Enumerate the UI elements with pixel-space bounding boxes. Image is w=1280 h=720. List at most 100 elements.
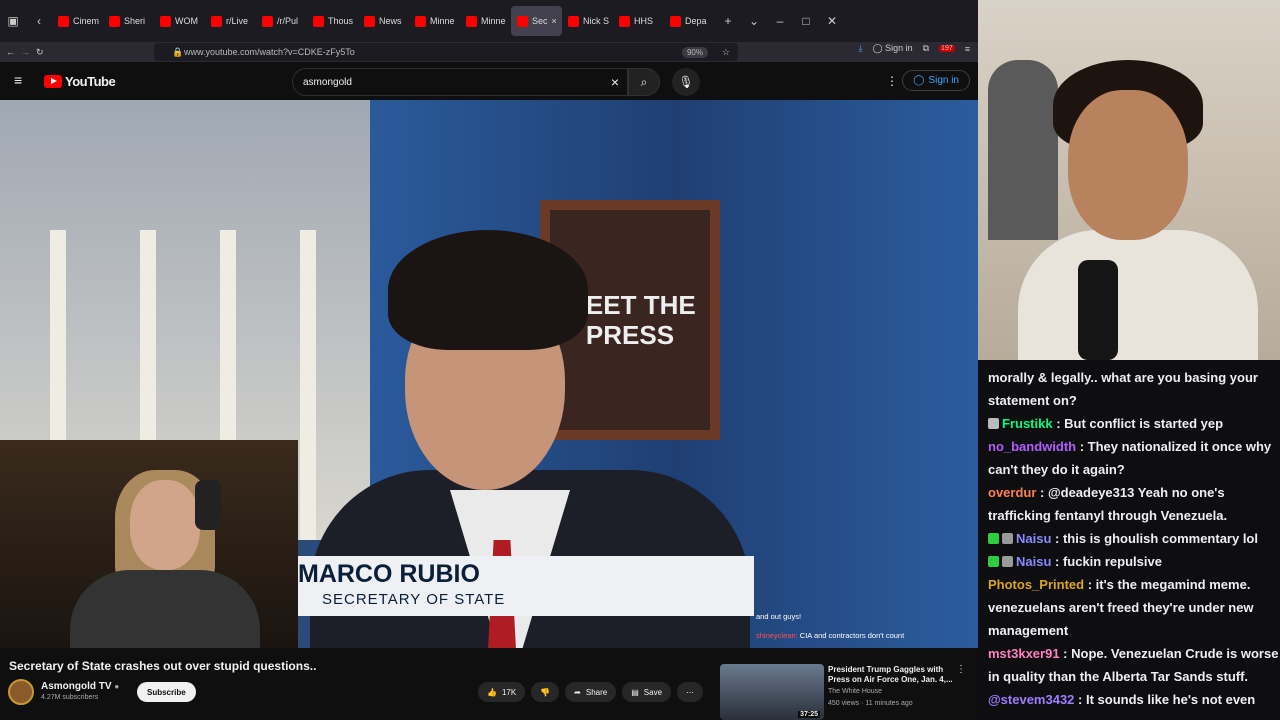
chat-username[interactable]: Naisu xyxy=(1016,531,1055,546)
browser-tab[interactable]: Minne xyxy=(409,6,460,36)
menu-icon[interactable]: ≡ xyxy=(965,44,970,54)
streamer-webcam-overlay xyxy=(0,440,298,648)
browser-signin-button[interactable]: ◯ Sign in xyxy=(873,43,913,54)
microphone xyxy=(1078,260,1118,360)
browser-tab[interactable]: WOM xyxy=(154,6,205,36)
zoom-badge[interactable]: 90% xyxy=(681,46,708,58)
browser-tab[interactable]: Depa xyxy=(664,6,715,36)
tab-favicon-icon xyxy=(211,15,222,27)
maximize-icon[interactable]: □ xyxy=(793,8,819,34)
tab-overview-icon[interactable]: ▣ xyxy=(0,8,26,34)
hamburger-icon[interactable]: ≡ xyxy=(14,72,22,88)
thumbs-up-icon: 👍 xyxy=(487,687,497,697)
recommended-more-icon[interactable]: ⋮ xyxy=(956,664,966,675)
chat-message: no_bandwidth : They nationalized it once… xyxy=(988,435,1280,481)
recommended-video[interactable]: 37:25 President Trump Gaggles with Press… xyxy=(720,664,976,720)
account-icon: ◯ xyxy=(913,75,925,86)
browser-tab[interactable]: HHS xyxy=(613,6,664,36)
overlay-chat: and out guys! shineyclean: CIA and contra… xyxy=(754,608,978,648)
youtube-logo[interactable]: YouTube xyxy=(44,74,116,89)
save-button[interactable]: ▤ Save xyxy=(622,682,672,702)
clear-search-icon[interactable]: × xyxy=(611,74,619,90)
search-icon: ⌕ xyxy=(640,74,648,89)
recommended-title[interactable]: President Trump Gaggles with Press on Ai… xyxy=(828,665,958,685)
more-actions-button[interactable]: ⋯ xyxy=(677,682,704,702)
overlay-chat-message: shineyclean: CIA and contractors don't c… xyxy=(756,627,978,646)
video-player[interactable]: MEET THE PRESS MARCO RUBIO SECRETARY OF … xyxy=(0,100,978,648)
subscribe-button[interactable]: Subscribe xyxy=(137,682,196,702)
back-icon[interactable]: ← xyxy=(6,47,15,57)
chat-username[interactable]: no_bandwidth xyxy=(988,439,1080,454)
close-tab-icon[interactable]: × xyxy=(552,16,557,26)
like-button[interactable]: 👍 17K xyxy=(478,682,526,702)
chat-text: : But conflict is started yep xyxy=(1056,416,1224,431)
tab-favicon-icon xyxy=(58,15,69,27)
new-tab-icon[interactable]: + xyxy=(715,8,741,34)
search-input[interactable]: asmongold × xyxy=(292,68,628,96)
browser-tab[interactable]: r/Live xyxy=(205,6,256,36)
chat-username[interactable]: Naisu xyxy=(1016,554,1055,569)
recommended-duration: 37:25 xyxy=(798,711,820,718)
tab-label: Minne xyxy=(430,16,455,26)
chat-message: Photos_Printed : it's the megamind meme.… xyxy=(988,573,1280,642)
browser-tab[interactable]: Minne xyxy=(460,6,511,36)
share-button[interactable]: ➦ Share xyxy=(565,682,617,702)
bookmark-star-icon[interactable]: ☆ xyxy=(722,47,730,58)
recommended-meta: 450 views · 11 minutes ago xyxy=(828,700,913,707)
downloads-icon[interactable]: ⤓ xyxy=(859,43,863,54)
forward-icon[interactable]: → xyxy=(21,47,30,57)
browser-tab[interactable]: Sheri xyxy=(103,6,154,36)
chat-username[interactable]: @stevem3432 xyxy=(988,692,1078,707)
chat-message: Naisu : this is ghoulish commentary lol xyxy=(988,527,1280,550)
chat-username[interactable]: Photos_Printed xyxy=(988,577,1088,592)
chat-text: : It sounds like he's not even xyxy=(1078,692,1256,707)
url-bar[interactable]: 🔒 www.youtube.com/watch?v=CDKE-zFy5To 90… xyxy=(154,43,738,61)
chat-text: : fuckin repulsive xyxy=(1055,554,1162,569)
tab-favicon-icon xyxy=(670,15,681,27)
tab-label: News xyxy=(379,16,402,26)
youtube-header: ≡ YouTube asmongold × ⌕ 🎙 ⋮ ◯ Sign in xyxy=(0,62,978,100)
chat-message: mst3kxer91 : Nope. Venezuelan Crude is w… xyxy=(988,642,1280,688)
extension-badge[interactable]: 197 xyxy=(939,45,955,52)
tab-list-icon[interactable]: ⌄ xyxy=(741,8,767,34)
youtube-brand-text: YouTube xyxy=(65,74,116,89)
chat-username[interactable]: mst3kxer91 xyxy=(988,646,1063,661)
voice-search-button[interactable]: 🎙 xyxy=(672,68,700,96)
chat-username[interactable]: Frustikk xyxy=(1002,416,1056,431)
recommended-thumbnail[interactable]: 37:25 xyxy=(720,664,824,720)
browser-tab[interactable]: Cinem xyxy=(52,6,103,36)
webcam-body xyxy=(70,570,260,648)
background-person xyxy=(988,60,1058,240)
browser-tab[interactable]: Nick S xyxy=(562,6,613,36)
reload-icon[interactable]: ↻ xyxy=(36,47,44,58)
browser-tab[interactable]: Sec × xyxy=(511,6,562,36)
minimize-icon[interactable]: – xyxy=(767,8,793,34)
chat-username[interactable]: overdur xyxy=(988,485,1040,500)
like-count: 17K xyxy=(501,687,517,697)
channel-name[interactable]: Asmongold TV ● xyxy=(41,681,119,692)
dislike-button[interactable]: 👎 xyxy=(531,682,560,702)
youtube-signin-button[interactable]: ◯ Sign in xyxy=(902,70,970,91)
close-window-icon[interactable]: ✕ xyxy=(819,8,845,34)
save-label: Save xyxy=(643,687,663,697)
more-options-icon[interactable]: ⋮ xyxy=(886,74,898,88)
tab-favicon-icon xyxy=(313,15,324,27)
url-text: www.youtube.com/watch?v=CDKE-zFy5To xyxy=(184,47,355,57)
more-horizontal-icon: ⋯ xyxy=(686,687,695,697)
chat-text: morally & legally.. what are you basing … xyxy=(988,370,1258,408)
share-icon: ➦ xyxy=(574,687,581,697)
extensions-icon[interactable]: ⧉ xyxy=(923,43,929,54)
browser-tab[interactable]: /r/Pul xyxy=(256,6,307,36)
tabs-scroll-left-icon[interactable]: ‹ xyxy=(26,8,52,34)
streamer-face xyxy=(1068,90,1188,240)
tab-favicon-icon xyxy=(109,15,120,27)
search-button[interactable]: ⌕ xyxy=(628,68,660,96)
overlay-chat-text: CIA and contractors don't count xyxy=(799,630,905,640)
tab-label: Cinem xyxy=(73,16,100,26)
browser-tab[interactable]: Thous xyxy=(307,6,358,36)
browser-tab[interactable]: News xyxy=(358,6,409,36)
recommended-channel: The White House xyxy=(828,688,883,695)
chat-message: Frustikk : But conflict is started yep xyxy=(988,412,1280,435)
share-label: Share xyxy=(585,687,608,697)
channel-avatar[interactable] xyxy=(8,679,34,705)
